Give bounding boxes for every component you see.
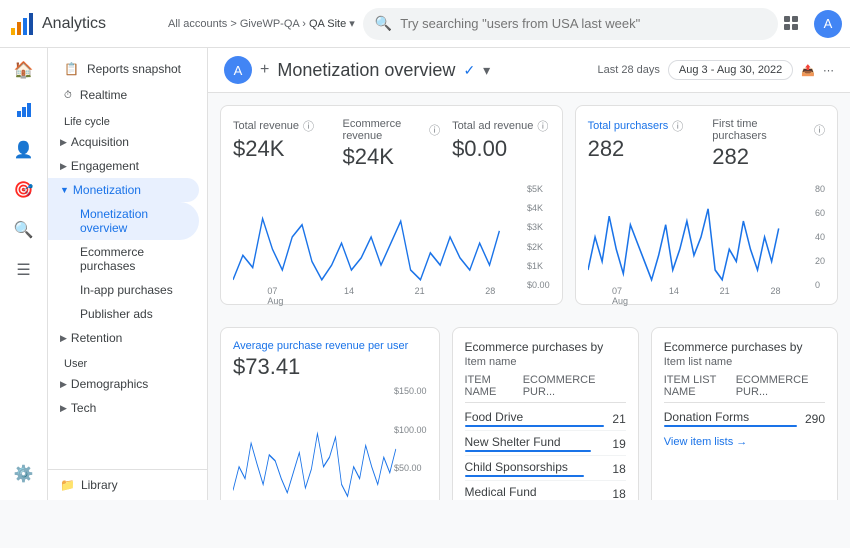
- ecommerce-revenue-label: Ecommerce revenue ⓘ: [343, 118, 441, 142]
- date-range: Last 28 days Aug 3 - Aug 30, 2022 📤 ⋯: [598, 60, 834, 80]
- ad-revenue-label: Total ad revenue ⓘ: [452, 118, 550, 134]
- content-area: A + Monetization overview ✓ ▾ Last 28 da…: [208, 48, 850, 500]
- page-avatar: A: [224, 56, 252, 84]
- icon-sidebar: 🏠 👤 🎯 🔍 ☰ ⚙️: [0, 48, 48, 500]
- table-row: Medical Fund 18: [465, 482, 626, 500]
- expand-icon-tech: ▶: [60, 403, 67, 414]
- ecommerce-by-item-card: Ecommerce purchases by Item name ITEM NA…: [452, 327, 639, 500]
- page-options-icon[interactable]: ▾: [483, 62, 490, 79]
- sidebar-item-publisher-ads[interactable]: Publisher ads: [48, 302, 199, 326]
- expand-icon-engagement: ▶: [60, 161, 67, 172]
- user-section-label: User: [48, 350, 207, 372]
- sidebar-item-tech[interactable]: ▶ Tech: [48, 396, 199, 420]
- library-nav-item[interactable]: 📁 Library: [48, 469, 207, 500]
- total-revenue-info-icon[interactable]: ⓘ: [303, 118, 314, 134]
- sidebar-item-acquisition[interactable]: ▶ Acquisition: [48, 130, 199, 154]
- search-input[interactable]: [400, 16, 766, 31]
- avg-purchase-label: Average purchase revenue per user: [233, 340, 427, 352]
- sidebar-item-demographics[interactable]: ▶ Demographics: [48, 372, 199, 396]
- ecommerce-revenue-value: $24K: [343, 144, 441, 170]
- table-row: Child Sponsorships 18: [465, 457, 626, 481]
- lifecycle-section-label: Life cycle: [48, 108, 207, 130]
- average-purchase-card: Average purchase revenue per user $73.41…: [220, 327, 440, 500]
- total-purchasers-info-icon[interactable]: ⓘ: [672, 118, 683, 134]
- sidebar-item-ecommerce-purchases[interactable]: Ecommerce purchases: [48, 240, 199, 278]
- view-item-lists-link[interactable]: View item lists →: [664, 436, 825, 448]
- ecommerce-item-list-list: Donation Forms 290: [664, 407, 825, 430]
- table-row: Food Drive 21: [465, 407, 626, 431]
- add-icon[interactable]: +: [260, 61, 269, 79]
- left-nav: 📋 Reports snapshot ⏱ Realtime Life cycle…: [48, 48, 208, 500]
- sidebar-item-reports-snapshot[interactable]: 📋 Reports snapshot: [48, 56, 199, 82]
- top-right-actions: A: [778, 10, 842, 38]
- settings-icon[interactable]: ⚙️: [6, 456, 42, 492]
- sidebar-item-monetization-overview[interactable]: Monetization overview: [48, 202, 199, 240]
- ecommerce-revenue-info-icon[interactable]: ⓘ: [429, 122, 440, 138]
- avg-purchase-value: $73.41: [233, 354, 427, 380]
- logo-area: Analytics: [8, 10, 168, 38]
- library-icon: 📁: [60, 478, 75, 492]
- app-title: Analytics: [42, 15, 106, 33]
- ecommerce-by-item-list-subtitle: Item list name: [664, 356, 825, 368]
- bar-chart-icon[interactable]: [6, 92, 42, 128]
- top-metrics-row: Total revenue ⓘ $24K Ecommerce revenue ⓘ…: [208, 93, 850, 311]
- purchasers-card: Total purchasers ⓘ 282 First time purcha…: [575, 105, 838, 305]
- share-icon[interactable]: 📤: [801, 64, 815, 77]
- main-layout: 🏠 👤 🎯 🔍 ☰ ⚙️ 📋 Reports snapshot ⏱ Realti…: [0, 48, 850, 500]
- ecommerce-items-list: Food Drive 21 New Shelter Fund 19 Child …: [465, 407, 626, 500]
- search-nav-icon[interactable]: 🔍: [6, 212, 42, 248]
- table-row: New Shelter Fund 19: [465, 432, 626, 456]
- ecommerce-by-item-list-title: Ecommerce purchases by: [664, 340, 825, 354]
- verified-icon: ✓: [463, 62, 475, 79]
- search-icon: 🔍: [375, 15, 392, 32]
- revenue-chart: [233, 182, 502, 292]
- search-bar[interactable]: 🔍: [363, 8, 778, 40]
- sidebar-item-realtime[interactable]: ⏱ Realtime: [48, 82, 199, 108]
- ecommerce-by-item-list-card: Ecommerce purchases by Item list name IT…: [651, 327, 838, 500]
- total-purchasers-value: 282: [588, 136, 701, 162]
- realtime-icon: ⏱: [64, 90, 72, 101]
- home-icon[interactable]: 🏠: [6, 52, 42, 88]
- bottom-section: Average purchase revenue per user $73.41…: [208, 311, 850, 500]
- page-header: A + Monetization overview ✓ ▾ Last 28 da…: [208, 48, 850, 93]
- ad-revenue-info-icon[interactable]: ⓘ: [537, 118, 548, 134]
- first-time-purchasers-label: First time purchasers ⓘ: [712, 118, 825, 142]
- expand-icon-monetization: ▼: [60, 185, 69, 195]
- first-time-purchasers-value: 282: [712, 144, 825, 170]
- ecommerce-item-list-table-header: ITEM LIST NAME ECOMMERCE PUR...: [664, 374, 825, 403]
- person-icon[interactable]: 👤: [6, 132, 42, 168]
- total-revenue-label: Total revenue ⓘ: [233, 118, 331, 134]
- first-time-purchasers-info-icon[interactable]: ⓘ: [814, 122, 825, 138]
- ecommerce-item-table-header: ITEM NAME ECOMMERCE PUR...: [465, 374, 626, 403]
- sidebar-item-retention[interactable]: ▶ Retention: [48, 326, 199, 350]
- user-avatar[interactable]: A: [814, 10, 842, 38]
- expand-icon-retention: ▶: [60, 333, 67, 344]
- top-header: Analytics All accounts > GiveWP-QA › QA …: [0, 0, 850, 48]
- analytics-logo-icon: [8, 10, 36, 38]
- purchasers-chart: [588, 182, 790, 292]
- total-revenue-value: $24K: [233, 136, 331, 162]
- sidebar-item-monetization[interactable]: ▼ Monetization: [48, 178, 199, 202]
- target-icon[interactable]: 🎯: [6, 172, 42, 208]
- ecommerce-by-item-subtitle: Item name: [465, 356, 626, 368]
- total-purchasers-label: Total purchasers ⓘ: [588, 118, 701, 134]
- reports-icon: 📋: [64, 62, 79, 76]
- account-nav: All accounts > GiveWP-QA › QA Site ▾: [168, 17, 355, 30]
- ecommerce-by-item-title: Ecommerce purchases by: [465, 340, 626, 354]
- sidebar-item-engagement[interactable]: ▶ Engagement: [48, 154, 199, 178]
- table-row: Donation Forms 290: [664, 407, 825, 430]
- page-title: Monetization overview: [277, 60, 455, 81]
- apps-grid-icon[interactable]: [778, 10, 806, 38]
- sidebar-item-in-app-purchases[interactable]: In-app purchases: [48, 278, 199, 302]
- date-range-picker[interactable]: Aug 3 - Aug 30, 2022: [668, 60, 793, 80]
- expand-icon-acquisition: ▶: [60, 137, 67, 148]
- ad-revenue-value: $0.00: [452, 136, 550, 162]
- date-range-label: Last 28 days: [598, 64, 660, 76]
- revenue-card: Total revenue ⓘ $24K Ecommerce revenue ⓘ…: [220, 105, 563, 305]
- more-options-icon[interactable]: ⋯: [823, 64, 834, 77]
- avg-purchase-chart: [233, 384, 397, 500]
- list-icon[interactable]: ☰: [6, 252, 42, 288]
- expand-icon-demographics: ▶: [60, 379, 67, 390]
